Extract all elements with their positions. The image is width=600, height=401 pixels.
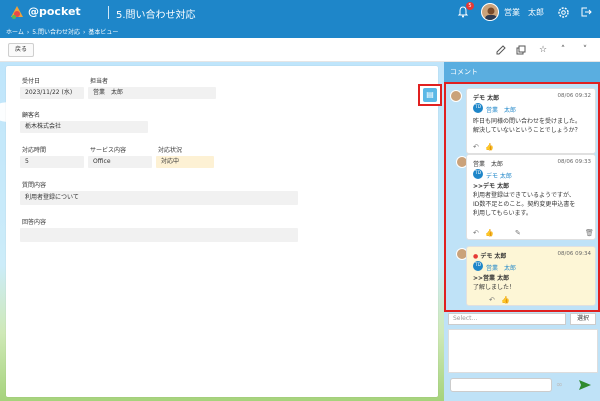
like-icon[interactable]: 👍: [501, 296, 510, 304]
assignee-label: 担当者: [90, 78, 109, 85]
trash-icon[interactable]: 🗑: [585, 229, 594, 237]
comment-mention[interactable]: 営業 太郎: [486, 105, 516, 114]
header-divider: [108, 6, 109, 19]
record-detail-card: 受付日 2023/11/22 (水) 担当者 営業 太郎 顧客名 栃木株式会社 …: [6, 66, 438, 397]
comment-author: ● デモ 太郎: [473, 251, 506, 260]
breadcrumb-view[interactable]: 基本ビュー: [88, 29, 118, 36]
comment-textarea[interactable]: [448, 329, 598, 373]
record-toolbar: 戻る ☆ ˄ ˅: [0, 38, 600, 62]
comment-time: 08/06 09:33: [557, 159, 591, 165]
breadcrumb-bar: ホーム › 5.問い合わせ対応 › 基本ビュー: [0, 24, 600, 38]
comment-author: デモ 太郎: [473, 95, 500, 102]
chevron-down-icon[interactable]: ˅: [578, 43, 592, 57]
reply-icon[interactable]: ↶: [473, 143, 479, 151]
comment-text-line: 利用者登録はできているようですが、: [473, 192, 575, 199]
app-logo-icon: [11, 6, 23, 19]
answer-field[interactable]: [20, 228, 298, 242]
comment-text: 了解しました！: [473, 284, 516, 291]
received-date-label: 受付日: [22, 78, 41, 85]
like-icon[interactable]: 👍: [485, 229, 494, 237]
page-title: 5.問い合わせ対応: [116, 10, 196, 21]
attachment-input[interactable]: [450, 378, 552, 392]
service-field[interactable]: Office: [88, 156, 152, 168]
status-field[interactable]: 対応中: [156, 156, 214, 168]
gear-icon[interactable]: [555, 4, 571, 20]
mention-badge: TD: [473, 103, 483, 113]
mention-select-row: Select... 選択: [446, 312, 600, 326]
assignee-field[interactable]: 営業 太郎: [88, 87, 216, 99]
mention-badge: TD: [473, 169, 483, 179]
received-date-field[interactable]: 2023/11/22 (水): [20, 87, 84, 99]
comment-time: 08/06 09:32: [557, 93, 591, 99]
notification-badge: 5: [466, 2, 474, 10]
breadcrumb: ホーム › 5.問い合わせ対応 › 基本ビュー: [6, 27, 118, 36]
mention-select[interactable]: Select...: [448, 313, 566, 325]
chevron-up-icon[interactable]: ˄: [556, 43, 570, 57]
answer-label: 回答内容: [22, 219, 47, 226]
send-icon[interactable]: [578, 378, 592, 392]
reply-icon[interactable]: ↶: [489, 296, 495, 304]
comment-text-line: 昨日も同様の問い合わせを受けました。: [473, 118, 582, 125]
edit-icon[interactable]: [494, 43, 508, 57]
comment-toggle-button[interactable]: ▤: [418, 84, 442, 106]
comment-text-line: 利用してもらいます。: [473, 210, 532, 217]
comment-text-line: 解決していないということでしょうか？: [473, 127, 581, 134]
breadcrumb-separator: ›: [26, 29, 30, 36]
comment-item: デモ 太郎 08/06 09:32 TD 営業 太郎 昨日も同様の問い合わせを受…: [466, 88, 596, 154]
comment-time: 08/06 09:34: [557, 251, 591, 257]
like-icon[interactable]: 👍: [485, 143, 494, 151]
comment-author-name: デモ 太郎: [480, 253, 507, 260]
unread-dot-icon: ●: [473, 253, 479, 260]
comment-author: 営業 太郎: [473, 161, 504, 168]
reply-icon[interactable]: ↶: [473, 229, 479, 237]
star-icon[interactable]: ☆: [536, 43, 550, 57]
question-field[interactable]: 利用者登録について: [20, 191, 298, 205]
breadcrumb-separator: ›: [82, 29, 86, 36]
comment-icon: ▤: [423, 88, 437, 102]
user-name[interactable]: 営業 太郎: [504, 7, 544, 18]
logout-icon[interactable]: [578, 4, 594, 20]
comment-quote: >>デモ 太郎: [473, 183, 510, 190]
comment-item: ● デモ 太郎 08/06 09:34 TD 営業 太郎 >>営業 太郎 了解し…: [466, 246, 596, 306]
edit-comment-icon[interactable]: ✎: [515, 229, 521, 237]
comment-text-line: ID数不足とのこと。契約変更申込書を: [473, 201, 576, 208]
response-time-field[interactable]: 5: [20, 156, 84, 168]
comment-quote: >>営業 太郎: [473, 275, 510, 282]
link-icon[interactable]: ∞: [556, 380, 563, 389]
status-label: 対応状況: [158, 147, 183, 154]
comment-mention[interactable]: デモ 太郎: [486, 171, 512, 180]
comment-item: 営業 太郎 08/06 09:33 TD デモ 太郎 >>デモ 太郎 利用者登録…: [466, 154, 596, 240]
mention-badge: TD: [473, 261, 483, 271]
app-brand[interactable]: @pocket: [28, 5, 81, 18]
customer-field[interactable]: 栃木株式会社: [20, 121, 148, 133]
response-time-label: 対応時間: [22, 147, 47, 154]
comment-mention[interactable]: 営業 太郎: [486, 263, 516, 272]
service-label: サービス内容: [90, 147, 127, 154]
back-button[interactable]: 戻る: [8, 43, 34, 57]
bell-icon[interactable]: 5: [455, 2, 474, 20]
comment-avatar: [450, 90, 462, 102]
copy-icon[interactable]: [514, 43, 528, 57]
comment-text: 昨日も同様の問い合わせを受けました。 解決していないということでしょうか？: [473, 117, 593, 135]
comment-text: 利用者登録はできているようですが、 ID数不足とのこと。契約変更申込書を 利用し…: [473, 191, 593, 218]
top-header: @pocket 5.問い合わせ対応 5 営業 太郎: [0, 0, 600, 24]
comment-panel-title: コメント: [444, 62, 600, 82]
breadcrumb-app[interactable]: 5.問い合わせ対応: [32, 29, 80, 36]
breadcrumb-home[interactable]: ホーム: [6, 29, 24, 36]
customer-label: 顧客名: [22, 112, 41, 119]
user-avatar[interactable]: [481, 3, 499, 21]
select-button[interactable]: 選択: [570, 313, 596, 325]
question-label: 質問内容: [22, 182, 47, 189]
comment-thread: デモ 太郎 08/06 09:32 TD 営業 太郎 昨日も同様の問い合わせを受…: [444, 82, 600, 312]
